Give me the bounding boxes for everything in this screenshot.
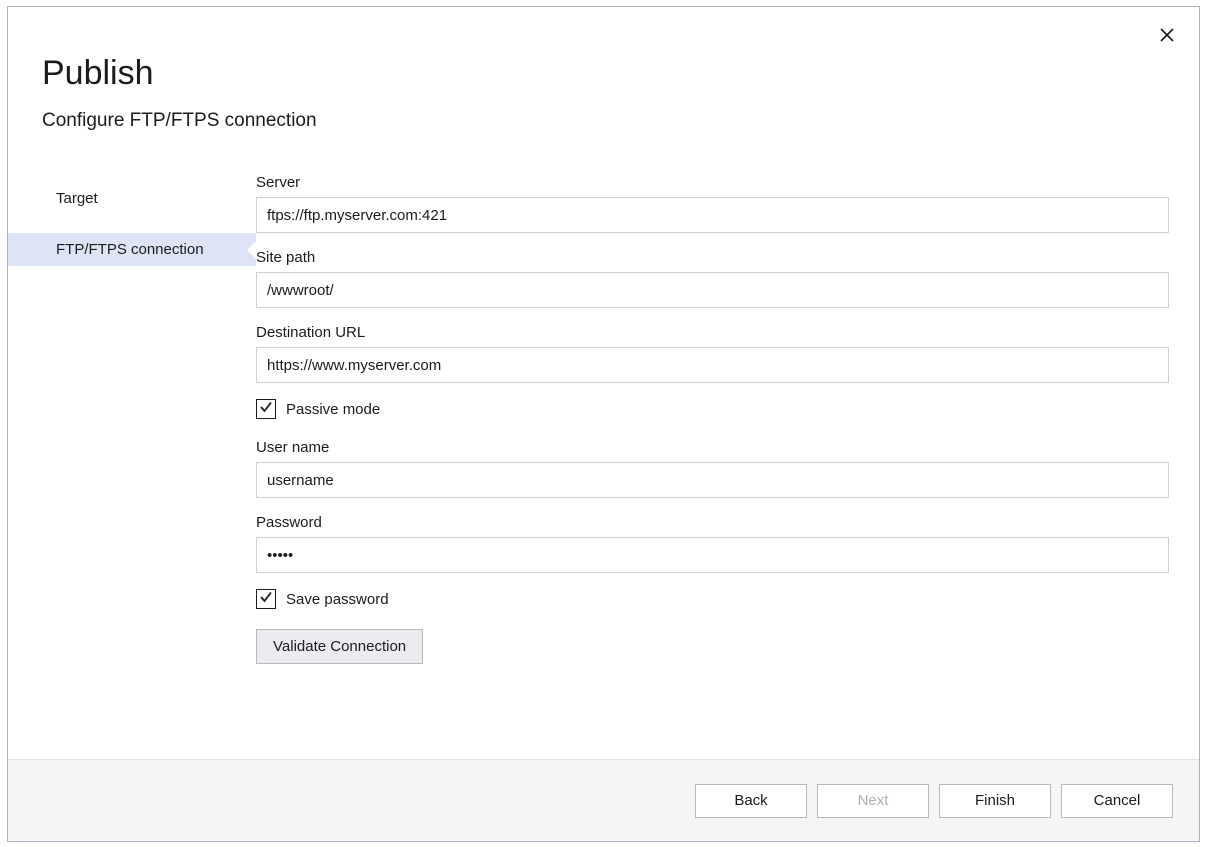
server-label: Server	[256, 174, 1169, 191]
field-site-path: Site path	[256, 249, 1169, 308]
passive-mode-checkbox[interactable]	[256, 399, 276, 419]
password-input[interactable]	[256, 537, 1169, 573]
save-password-checkbox[interactable]	[256, 589, 276, 609]
check-icon	[259, 400, 273, 419]
username-input[interactable]	[256, 462, 1169, 498]
passive-mode-row: Passive mode	[256, 399, 1169, 419]
site-path-label: Site path	[256, 249, 1169, 266]
sidebar-item-label: FTP/FTPS connection	[56, 241, 204, 258]
back-button[interactable]: Back	[695, 784, 807, 818]
form-area: Server Site path Destination URL Passive…	[256, 170, 1199, 759]
sidebar-item-label: Target	[56, 190, 98, 207]
field-server: Server	[256, 174, 1169, 233]
username-label: User name	[256, 439, 1169, 456]
check-icon	[259, 590, 273, 609]
cancel-button[interactable]: Cancel	[1061, 784, 1173, 818]
field-password: Password	[256, 514, 1169, 573]
passive-mode-label[interactable]: Passive mode	[286, 401, 380, 418]
validate-connection-button[interactable]: Validate Connection	[256, 629, 423, 664]
field-destination-url: Destination URL	[256, 324, 1169, 383]
wizard-sidebar: Target FTP/FTPS connection	[8, 170, 256, 759]
destination-url-label: Destination URL	[256, 324, 1169, 341]
close-button[interactable]	[1155, 25, 1179, 49]
save-password-label[interactable]: Save password	[286, 591, 389, 608]
next-button: Next	[817, 784, 929, 818]
field-username: User name	[256, 439, 1169, 498]
close-icon	[1160, 28, 1174, 47]
server-input[interactable]	[256, 197, 1169, 233]
finish-button[interactable]: Finish	[939, 784, 1051, 818]
password-label: Password	[256, 514, 1169, 531]
publish-dialog: Publish Configure FTP/FTPS connection Ta…	[7, 6, 1200, 842]
dialog-body: Target FTP/FTPS connection Server Site p…	[8, 170, 1199, 759]
dialog-title: Publish	[42, 55, 1199, 92]
site-path-input[interactable]	[256, 272, 1169, 308]
sidebar-item-target[interactable]: Target	[8, 182, 256, 215]
dialog-header: Publish Configure FTP/FTPS connection	[8, 7, 1199, 132]
sidebar-item-ftp-connection[interactable]: FTP/FTPS connection	[8, 233, 256, 266]
dialog-subtitle: Configure FTP/FTPS connection	[42, 110, 1199, 132]
dialog-footer: Back Next Finish Cancel	[8, 759, 1199, 841]
save-password-row: Save password	[256, 589, 1169, 609]
destination-url-input[interactable]	[256, 347, 1169, 383]
